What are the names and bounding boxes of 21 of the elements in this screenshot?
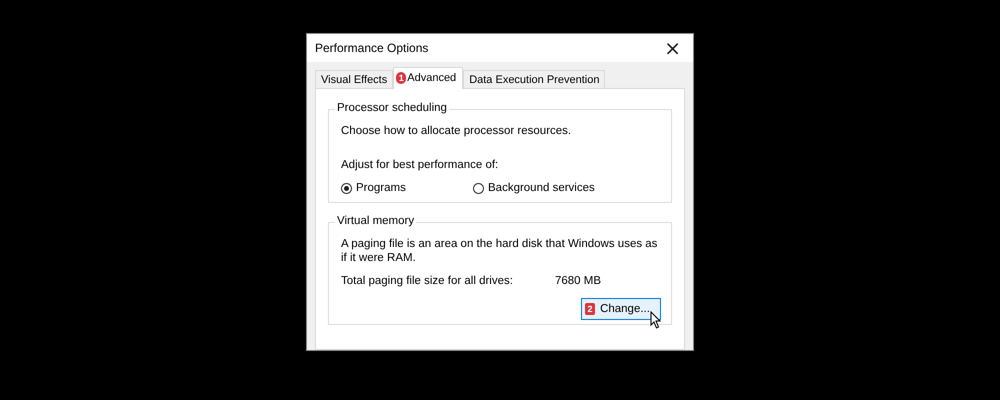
tab[interactable]: Visual Effects xyxy=(315,70,394,88)
description-text: A paging file is an area on the hard disk that Windows uses as if it were RAM. xyxy=(341,237,658,265)
step-marker: 1 xyxy=(396,72,406,84)
radio-option[interactable]: Programs xyxy=(341,182,473,194)
close-button[interactable]: × xyxy=(660,38,685,58)
step-marker: 2 xyxy=(585,303,595,315)
window-title: Performance Options xyxy=(315,41,428,55)
radio-option[interactable]: Background services xyxy=(473,182,605,194)
total-value: 7680 MB xyxy=(555,274,602,288)
tab[interactable]: 1 Advanced xyxy=(393,67,464,89)
description-text: Choose how to allocate processor resources. xyxy=(341,124,572,138)
group-title: Virtual memory xyxy=(335,215,416,227)
radio-label: Background services xyxy=(488,182,595,194)
cursor-icon xyxy=(650,311,662,329)
prompt-text: Adjust for best performance of: xyxy=(341,158,500,172)
radio-icon[interactable] xyxy=(473,182,484,194)
radio-label: Programs xyxy=(356,182,406,194)
radio-icon[interactable] xyxy=(341,182,352,194)
total-label: Total paging file size for all drives: xyxy=(341,274,514,288)
tab[interactable]: Data Execution Prevention xyxy=(463,70,606,88)
group-title: Processor scheduling xyxy=(335,102,449,114)
